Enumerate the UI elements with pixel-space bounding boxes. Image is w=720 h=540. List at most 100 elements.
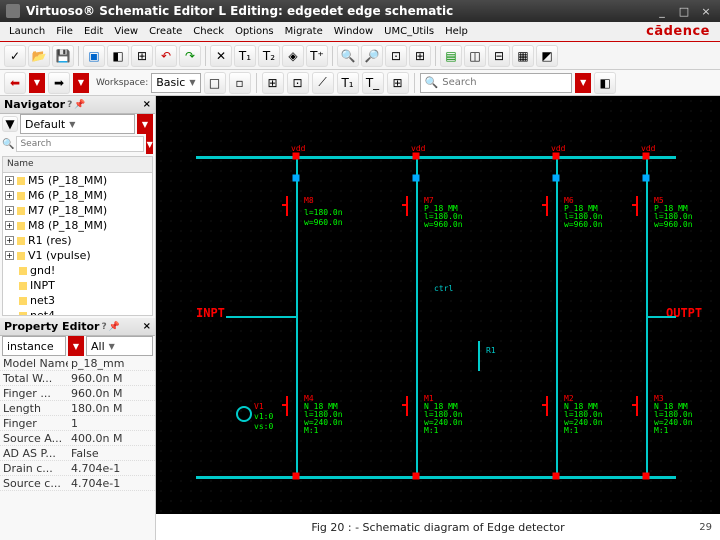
open-button[interactable]: 📂 [28,45,50,67]
close-panel-button[interactable]: × [143,321,151,332]
nav-dropdown[interactable]: ▼ [73,73,89,93]
help-icon[interactable]: ? [101,322,106,332]
search-input[interactable] [442,77,567,88]
expand-icon[interactable]: + [5,176,14,185]
tool-button[interactable]: ⊟ [488,45,510,67]
wire-button[interactable]: ⟋ [312,72,334,94]
expand-icon[interactable]: + [5,191,14,200]
menu-options[interactable]: Options [230,24,279,39]
menu-launch[interactable]: Launch [4,24,50,39]
menu-check[interactable]: Check [188,24,229,39]
tree-item[interactable]: +M6 (P_18_MM) [3,188,152,203]
menu-view[interactable]: View [109,24,143,39]
tool-button[interactable]: □ [204,72,226,94]
prop-combo-1[interactable]: instance [2,336,66,356]
mode-dropdown[interactable]: ▼ [137,114,153,134]
redo-button[interactable]: ↷ [179,45,201,67]
tree-item[interactable]: INPT [3,278,152,293]
schematic-canvas[interactable]: vdd vdd vdd vdd INPT OUTPT ctrl M8 l=1 [156,96,720,540]
expand-icon[interactable]: + [5,236,14,245]
tool-button[interactable]: ⊡ [385,45,407,67]
tool-button[interactable]: T⁺ [306,45,328,67]
search-dropdown[interactable]: ▼ [575,73,591,93]
menu-edit[interactable]: Edit [79,24,108,39]
prop-value[interactable]: 1 [68,416,155,430]
menu-window[interactable]: Window [329,24,378,39]
tool-button[interactable]: ▫ [229,72,251,94]
prop-value[interactable]: 400.0n M [68,431,155,445]
zoom-button[interactable]: 🔍 [337,45,359,67]
tool-button[interactable]: ⊡ [287,72,309,94]
tool-button[interactable]: ◧ [594,72,616,94]
nav-button[interactable]: ⬅ [4,72,26,94]
expand-icon[interactable]: + [5,251,14,260]
tree-item[interactable]: net4 [3,308,152,316]
prop-value[interactable]: p_18_mm [68,356,155,370]
menu-help[interactable]: Help [440,24,473,39]
tool-button[interactable]: ▦ [512,45,534,67]
save-button[interactable]: 💾 [52,45,74,67]
nav-button[interactable]: ➡ [48,72,70,94]
tool-button[interactable]: ⊞ [387,72,409,94]
delete-button[interactable]: ✕ [210,45,232,67]
undo-button[interactable]: ↶ [155,45,177,67]
property-row[interactable]: Total W...960.0n M [0,371,155,386]
property-row[interactable]: Finger ...960.0n M [0,386,155,401]
maximize-button[interactable]: □ [676,3,692,19]
property-list[interactable]: Model Namep_18_mmTotal W...960.0n MFinge… [0,356,155,540]
tree-item[interactable]: +M8 (P_18_MM) [3,218,152,233]
expand-icon[interactable]: + [5,221,14,230]
prop-value[interactable]: False [68,446,155,460]
menu-umc-utils[interactable]: UMC_Utils [379,24,439,39]
tree-item[interactable]: +R1 (res) [3,233,152,248]
text-button[interactable]: T₁ [234,45,256,67]
prop-dropdown[interactable]: ▼ [68,336,84,356]
close-panel-button[interactable]: × [143,99,151,110]
property-row[interactable]: Length180.0n M [0,401,155,416]
tree-item[interactable]: net3 [3,293,152,308]
navigator-search-input[interactable] [16,136,144,152]
property-row[interactable]: Drain c...4.704e-1 [0,461,155,476]
help-icon[interactable]: ? [67,100,72,110]
tool-button[interactable]: ◈ [282,45,304,67]
property-row[interactable]: AD AS P...False [0,446,155,461]
text-button[interactable]: T₂ [258,45,280,67]
menu-file[interactable]: File [51,24,78,39]
prop-value[interactable]: 4.704e-1 [68,476,155,490]
expand-icon[interactable]: + [5,206,14,215]
search-dropdown[interactable]: ▼ [146,134,153,154]
menu-create[interactable]: Create [144,24,187,39]
prop-value[interactable]: 180.0n M [68,401,155,415]
navigator-mode-combo[interactable]: Default▼ [20,114,135,134]
prop-value[interactable]: 960.0n M [68,371,155,385]
tool-button[interactable]: ▣ [83,45,105,67]
tool-button[interactable]: T₁ [337,72,359,94]
tool-button[interactable]: ◧ [107,45,129,67]
search-box[interactable]: 🔍 [420,73,573,93]
navigator-tree[interactable]: Name +M5 (P_18_MM)+M6 (P_18_MM)+M7 (P_18… [2,156,153,316]
menu-migrate[interactable]: Migrate [280,24,328,39]
tool-button[interactable]: ⊞ [131,45,153,67]
tree-item[interactable]: gnd! [3,263,152,278]
pin-icon[interactable]: 📌 [109,322,120,332]
check-save-button[interactable]: ✓ [4,45,26,67]
nav-dropdown[interactable]: ▼ [29,73,45,93]
hierarchy-button[interactable]: ▤ [440,45,462,67]
minimize-button[interactable]: _ [654,3,670,19]
prop-value[interactable]: 960.0n M [68,386,155,400]
tool-button[interactable]: ⊞ [409,45,431,67]
zoom-out-button[interactable]: 🔎 [361,45,383,67]
property-row[interactable]: Finger1 [0,416,155,431]
tree-item[interactable]: +M7 (P_18_MM) [3,203,152,218]
workspace-combo[interactable]: Basic▼ [151,73,200,93]
tool-button[interactable]: T_ [362,72,384,94]
property-row[interactable]: Source A...400.0n M [0,431,155,446]
tool-button[interactable]: ⊞ [262,72,284,94]
tree-item[interactable]: +V1 (vpulse) [3,248,152,263]
tool-button[interactable]: ◩ [536,45,558,67]
tool-button[interactable]: ◫ [464,45,486,67]
filter-icon[interactable]: ▼ [2,116,18,132]
tree-column-header[interactable]: Name [3,157,152,173]
tree-item[interactable]: +M5 (P_18_MM) [3,173,152,188]
prop-combo-2[interactable]: All▼ [86,336,153,356]
